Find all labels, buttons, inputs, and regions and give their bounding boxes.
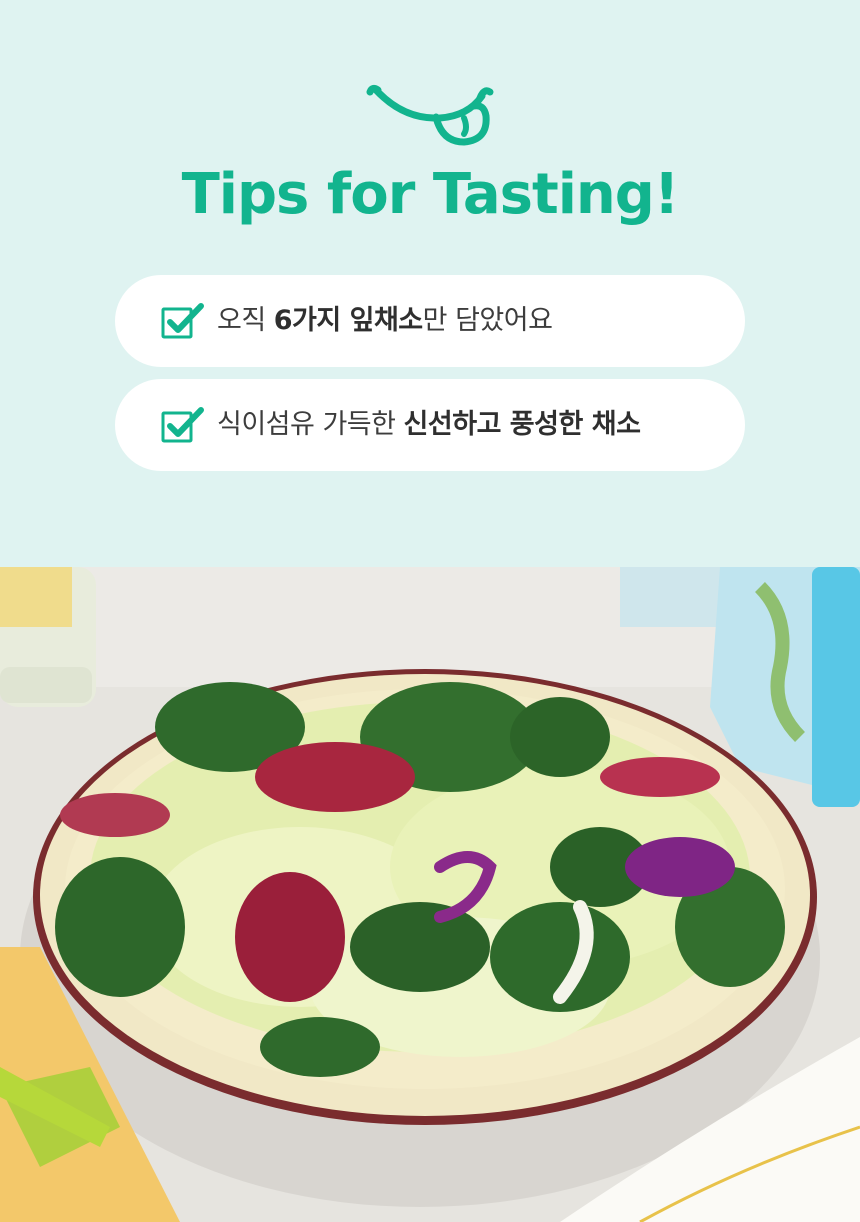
tip-text-1: 오직 6가지 잎채소만 담았어요 bbox=[217, 305, 553, 336]
checkbox-checked-icon bbox=[161, 303, 204, 339]
checkbox-checked-icon bbox=[161, 407, 204, 443]
page-title: Tips for Tasting! bbox=[181, 162, 680, 227]
tips-panel: Tips for Tasting! 오직 6가지 잎채소만 담았어요 식이섬유 … bbox=[0, 0, 860, 567]
tongue-smile-icon bbox=[366, 84, 494, 146]
salad-photo bbox=[0, 567, 860, 1222]
tip-text-2: 식이섬유 가득한 신선하고 풍성한 채소 bbox=[217, 409, 641, 440]
salad-plate-illustration bbox=[0, 567, 860, 1222]
tip-card-2: 식이섬유 가득한 신선하고 풍성한 채소 bbox=[115, 379, 745, 471]
tip-card-1: 오직 6가지 잎채소만 담았어요 bbox=[115, 275, 745, 367]
